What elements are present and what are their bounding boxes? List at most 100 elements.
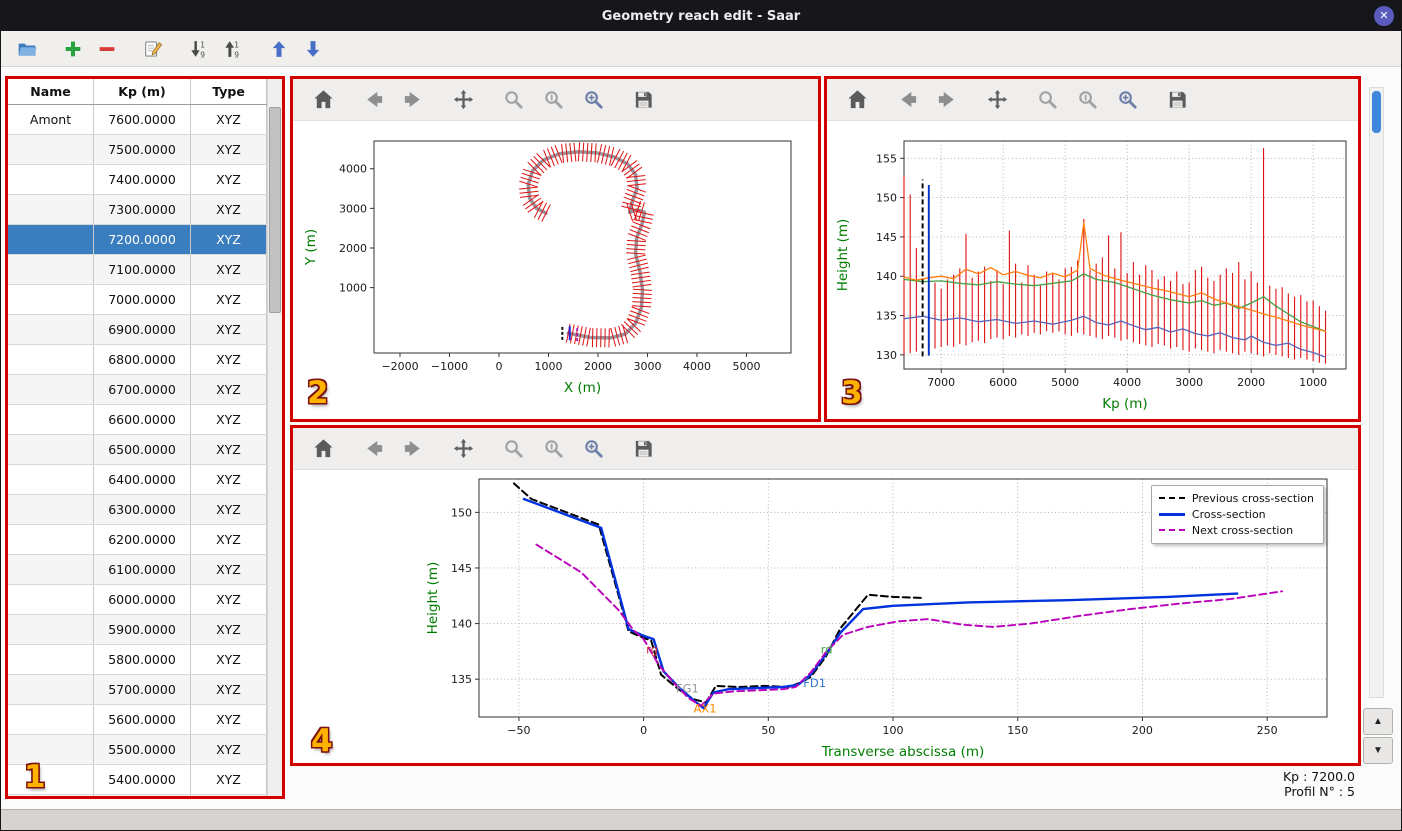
zoom-icon: [1036, 88, 1059, 111]
svg-text:4000: 4000: [683, 360, 711, 373]
table-row[interactable]: 7000.0000 XYZ: [8, 285, 267, 315]
table-row[interactable]: 7400.0000 XYZ: [8, 165, 267, 195]
svg-text:140: 140: [451, 618, 472, 631]
zoom-button[interactable]: [1033, 86, 1061, 114]
remove-cross-section-button[interactable]: [93, 35, 120, 62]
table-row[interactable]: 5400.0000 XYZ: [8, 765, 267, 795]
svg-text:140: 140: [876, 270, 897, 283]
current-line-swatch: [1158, 512, 1185, 516]
table-row[interactable]: 6600.0000 XYZ: [8, 405, 267, 435]
table-cell: 6200.0000: [94, 525, 191, 554]
table-row[interactable]: 6900.0000 XYZ: [8, 315, 267, 345]
table-row[interactable]: 5300.0000XYZ: [8, 795, 267, 796]
table-row[interactable]: 6800.0000 XYZ: [8, 345, 267, 375]
table-cell: 5300.0000: [94, 795, 191, 796]
add-cross-section-button[interactable]: [59, 35, 86, 62]
table-row[interactable]: 6500.0000 XYZ: [8, 435, 267, 465]
home-icon: [312, 437, 335, 460]
svg-text:5000: 5000: [732, 360, 760, 373]
table-row[interactable]: 6100.0000 XYZ: [8, 555, 267, 585]
zoom-button[interactable]: [499, 435, 527, 463]
table-row[interactable]: 6300.0000 XYZ: [8, 495, 267, 525]
close-button[interactable]: ✕: [1374, 6, 1394, 26]
pan-button[interactable]: [449, 86, 477, 114]
home-button[interactable]: [309, 86, 337, 114]
save-icon: [632, 88, 655, 111]
table-row[interactable]: 7300.0000 XYZ: [8, 195, 267, 225]
column-header[interactable]: Kp (m): [94, 79, 191, 104]
back-button[interactable]: [359, 435, 387, 463]
table-row[interactable]: 6700.0000 XYZ: [8, 375, 267, 405]
sort-descending-icon: [223, 39, 243, 59]
title-bar[interactable]: Geometry reach edit - Saar ✕: [1, 1, 1401, 31]
svg-text:Kp (m): Kp (m): [1102, 396, 1147, 412]
plan-view-chart[interactable]: −2000 −1000 0 1000 2000 3000 4000 5000 1000 2000 3…: [293, 121, 818, 419]
pan-icon: [986, 88, 1009, 111]
table-row[interactable]: 7200.0000 XYZ: [8, 225, 267, 255]
table-cell: XYZ: [191, 255, 267, 284]
move-up-icon: [269, 39, 289, 59]
cross-sections-table: Name Kp (m) Type Amont 7600.0000 XYZ 7500.0000…: [8, 79, 267, 796]
sort-ascending-button[interactable]: [185, 35, 212, 62]
window-scrollbar[interactable]: [1369, 87, 1384, 698]
table-scrollbar-thumb[interactable]: [269, 107, 281, 313]
svg-text:−1000: −1000: [431, 360, 468, 373]
svg-text:Transverse abscissa (m): Transverse abscissa (m): [821, 744, 985, 760]
table-cell: XYZ: [191, 375, 267, 404]
profile-previous-button[interactable]: ▲: [1363, 708, 1393, 735]
save-button[interactable]: [629, 86, 657, 114]
zoom-select-button[interactable]: [579, 435, 607, 463]
zoom-info-button[interactable]: [539, 86, 567, 114]
forward-button[interactable]: [399, 86, 427, 114]
table-cell: Amont: [8, 105, 94, 134]
zoom-info-icon: [1076, 88, 1099, 111]
window-scrollbar-thumb[interactable]: [1372, 91, 1381, 133]
move-up-button[interactable]: [265, 35, 292, 62]
open-file-button[interactable]: [13, 35, 40, 62]
table-row[interactable]: 5500.0000 XYZ: [8, 735, 267, 765]
back-button[interactable]: [359, 86, 387, 114]
table-scrollbar[interactable]: [267, 79, 282, 796]
table-row[interactable]: 6400.0000 XYZ: [8, 465, 267, 495]
save-icon: [632, 437, 655, 460]
svg-text:0: 0: [640, 724, 647, 737]
column-header[interactable]: Type: [191, 79, 267, 104]
profile-next-button[interactable]: ▼: [1363, 737, 1393, 764]
table-cell: [8, 585, 94, 614]
table-row[interactable]: 5900.0000 XYZ: [8, 615, 267, 645]
column-header[interactable]: Name: [8, 79, 94, 104]
table-cell: 5700.0000: [94, 675, 191, 704]
annotation-badge-1: 1: [24, 759, 46, 795]
table-row[interactable]: 5600.0000 XYZ: [8, 705, 267, 735]
zoom-info-button[interactable]: [539, 435, 567, 463]
table-row[interactable]: 5700.0000 XYZ: [8, 675, 267, 705]
zoom-info-button[interactable]: [1073, 86, 1101, 114]
table-row[interactable]: 6200.0000 XYZ: [8, 525, 267, 555]
svg-text:135: 135: [876, 310, 897, 323]
zoom-button[interactable]: [499, 86, 527, 114]
home-button[interactable]: [309, 435, 337, 463]
table-row[interactable]: 5800.0000 XYZ: [8, 645, 267, 675]
long-profile-chart[interactable]: 7000 6000 5000 4000 3000 2000 1000 130 135 140 145…: [827, 121, 1358, 419]
forward-button[interactable]: [399, 435, 427, 463]
table-row[interactable]: 7500.0000 XYZ: [8, 135, 267, 165]
table-cell: [8, 435, 94, 464]
move-down-button[interactable]: [299, 35, 326, 62]
table-row[interactable]: 6000.0000 XYZ: [8, 585, 267, 615]
edit-cross-section-button[interactable]: [139, 35, 166, 62]
save-button[interactable]: [1163, 86, 1191, 114]
forward-button[interactable]: [933, 86, 961, 114]
back-button[interactable]: [893, 86, 921, 114]
save-button[interactable]: [629, 435, 657, 463]
pan-button[interactable]: [449, 435, 477, 463]
pan-button[interactable]: [983, 86, 1011, 114]
svg-text:rg: rg: [646, 643, 658, 657]
table-cell: 7200.0000: [94, 225, 191, 254]
zoom-select-button[interactable]: [579, 86, 607, 114]
svg-text:2000: 2000: [1237, 376, 1265, 389]
zoom-select-button[interactable]: [1113, 86, 1141, 114]
home-button[interactable]: [843, 86, 871, 114]
table-row[interactable]: Amont 7600.0000 XYZ: [8, 105, 267, 135]
sort-descending-button[interactable]: [219, 35, 246, 62]
table-row[interactable]: 7100.0000 XYZ: [8, 255, 267, 285]
